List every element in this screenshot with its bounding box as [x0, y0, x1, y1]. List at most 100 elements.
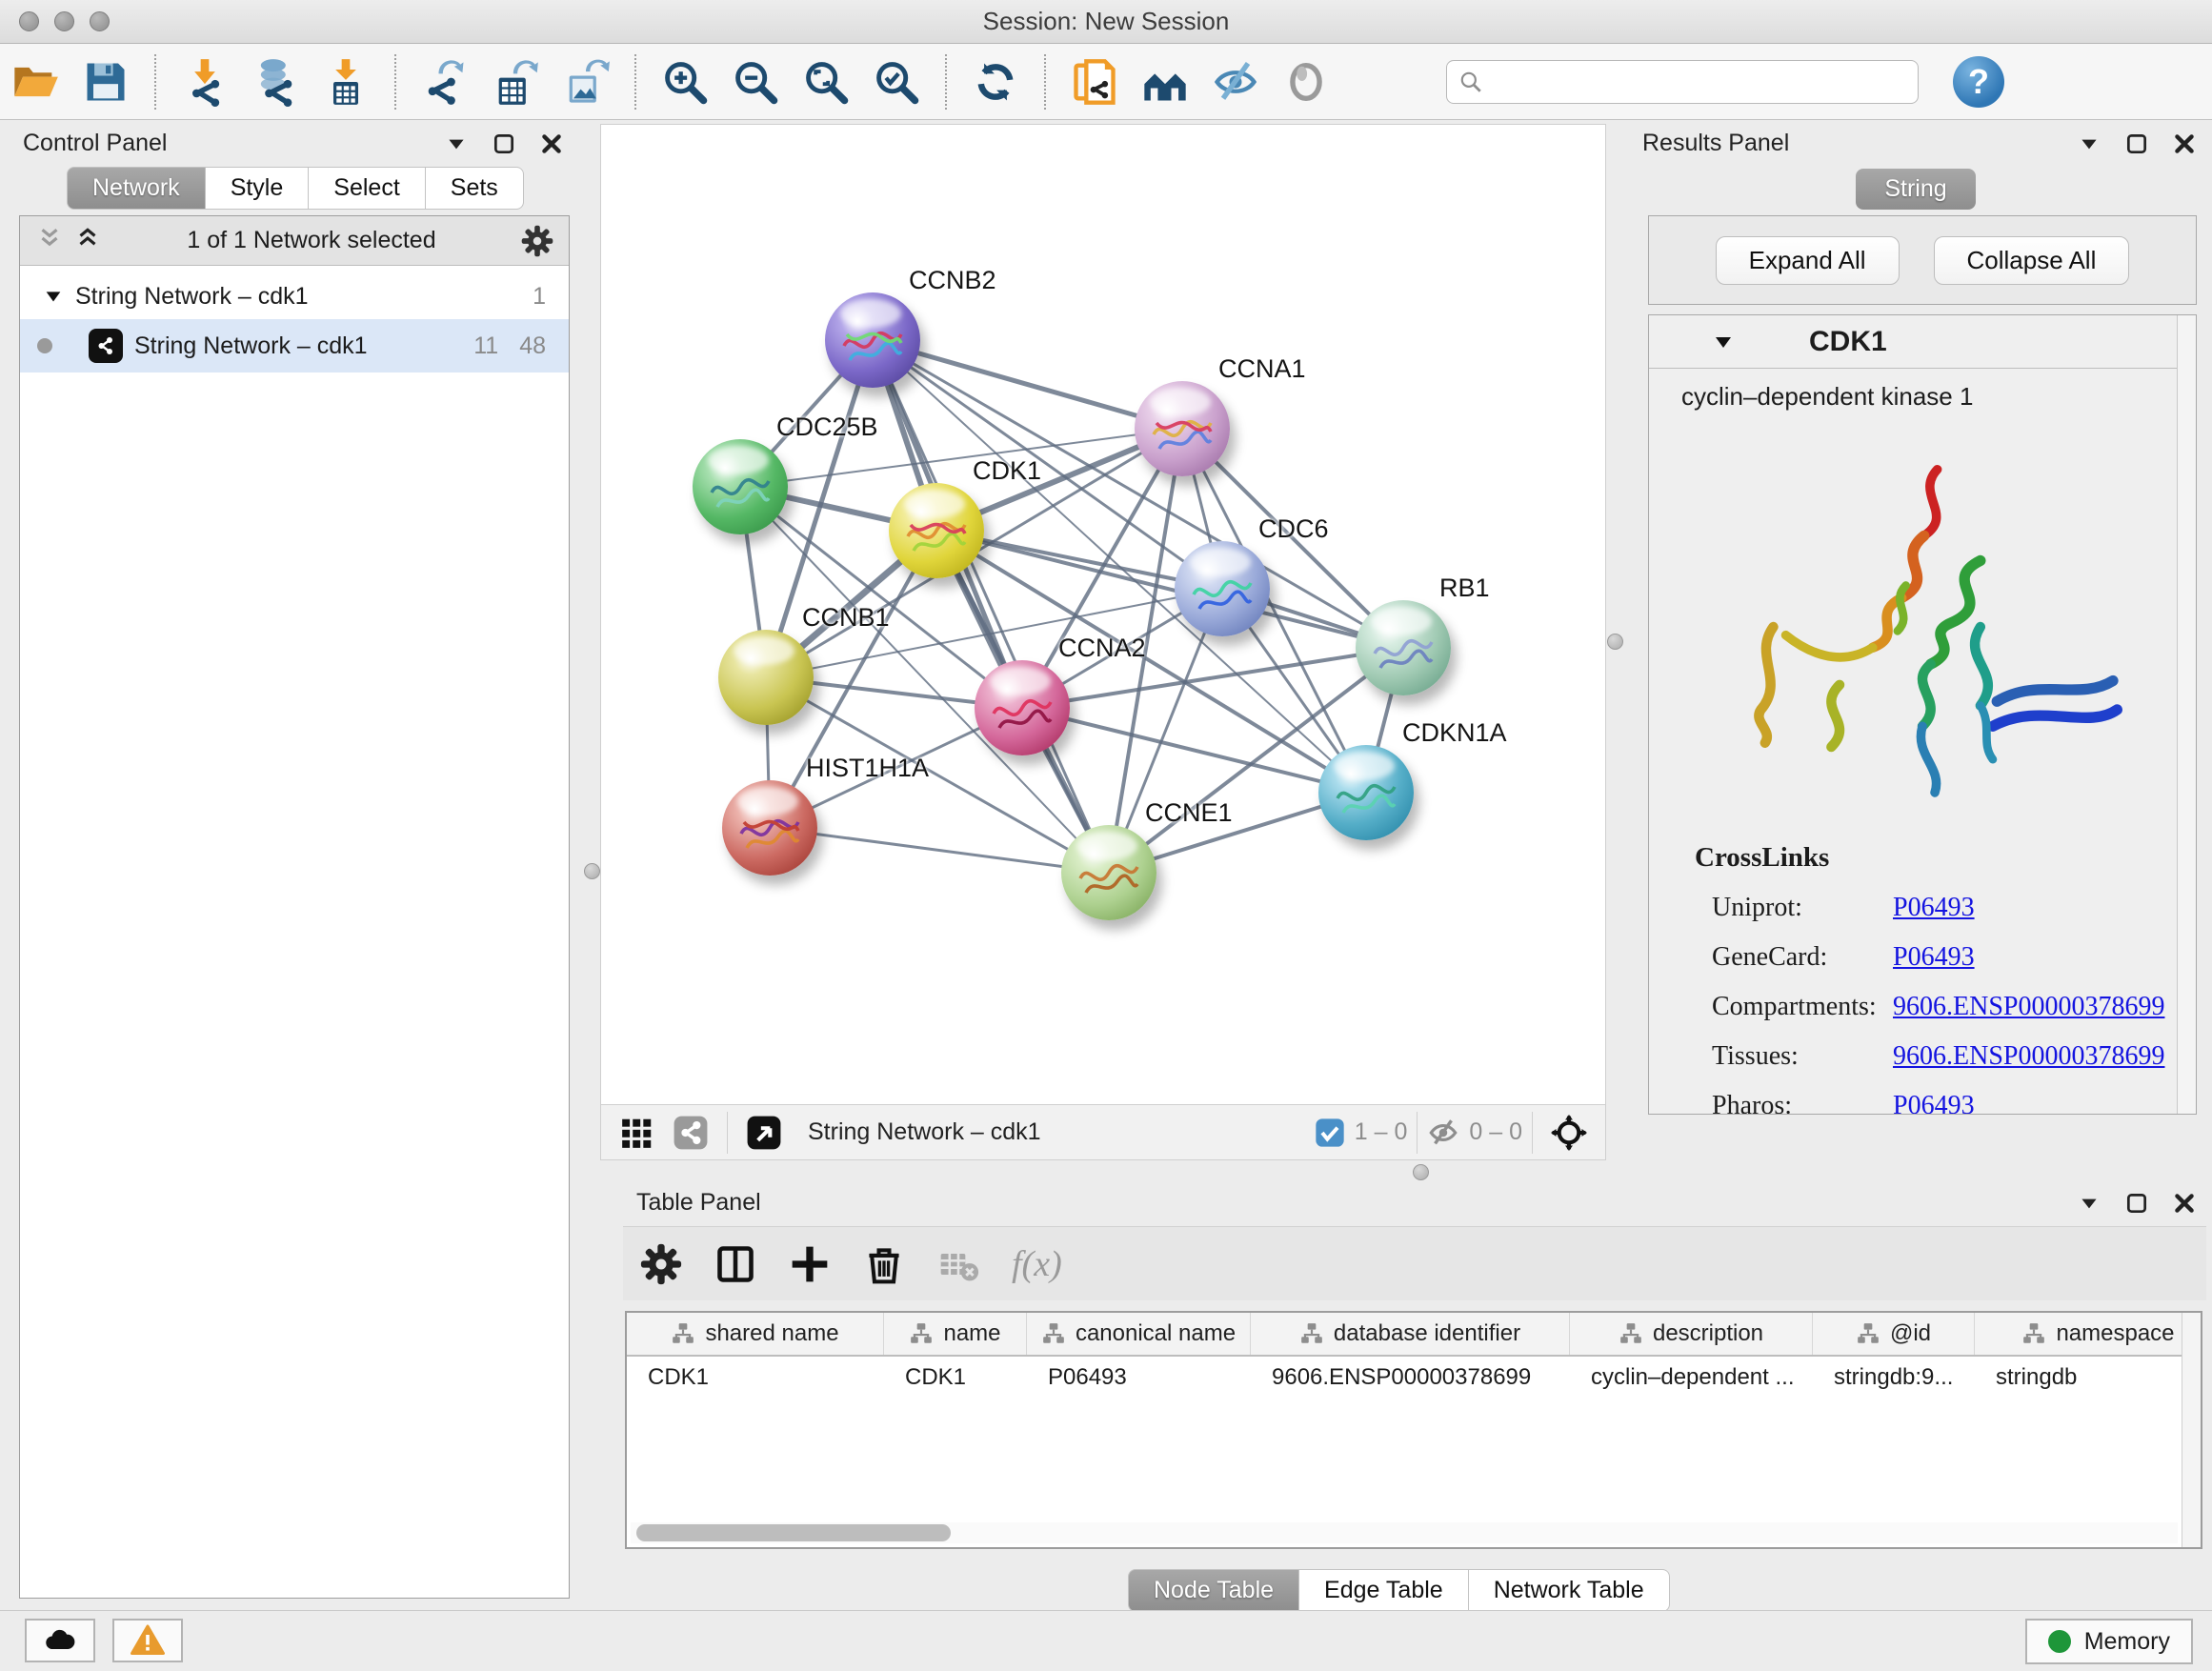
table-cell[interactable]: CDK1	[884, 1357, 1027, 1400]
help-icon[interactable]: ?	[1953, 56, 2004, 108]
first-neighbors-icon[interactable]	[1137, 54, 1193, 110]
column-header-canonical-name[interactable]: canonical name	[1027, 1313, 1251, 1355]
collapse-panel-icon[interactable]	[444, 131, 469, 156]
left-splitter-handle[interactable]	[584, 863, 600, 879]
network-options-gear-icon[interactable]	[521, 225, 553, 257]
table-cell[interactable]: CDK1	[627, 1357, 884, 1400]
network-node-CDC25B[interactable]	[693, 439, 788, 534]
expand-all-networks-icon[interactable]	[35, 224, 64, 257]
tab-node-table[interactable]: Node Table	[1128, 1569, 1299, 1612]
collapse-panel-icon[interactable]	[2077, 1191, 2101, 1216]
crosslink-link[interactable]: P06493	[1893, 1091, 1975, 1115]
warning-status-button[interactable]	[112, 1619, 183, 1662]
export-image-icon[interactable]	[558, 54, 613, 110]
window-controls[interactable]	[19, 11, 110, 31]
cloud-status-button[interactable]	[25, 1619, 95, 1662]
network-node-RB1[interactable]	[1356, 600, 1451, 695]
open-session-icon[interactable]	[8, 54, 63, 110]
export-network-icon[interactable]	[417, 54, 473, 110]
close-panel-icon[interactable]	[539, 131, 564, 156]
hide-selected-icon[interactable]	[1208, 54, 1263, 110]
search-input[interactable]	[1483, 69, 1906, 95]
column-header-shared-name[interactable]: shared name	[627, 1313, 884, 1355]
create-column-icon[interactable]	[789, 1243, 831, 1285]
tab-edge-table[interactable]: Edge Table	[1299, 1569, 1469, 1612]
column-header-description[interactable]: description	[1570, 1313, 1813, 1355]
collapse-panel-icon[interactable]	[2077, 131, 2101, 156]
table-cell[interactable]: stringdb:9...	[1813, 1357, 1975, 1400]
network-node-CDC6[interactable]	[1175, 541, 1270, 636]
network-view-canvas[interactable]: CCNB2CCNA1CDC25BCDK1CDC6RB1CCNB1CCNA2CDK…	[600, 124, 1606, 1105]
table-row[interactable]: CDK1CDK1P064939606.ENSP00000378699cyclin…	[627, 1357, 2201, 1400]
table-horizontal-scrollbar[interactable]	[631, 1522, 2178, 1543]
zoom-in-icon[interactable]	[657, 54, 713, 110]
crosslink-link[interactable]: 9606.ENSP00000378699	[1893, 1041, 2164, 1072]
column-header-database-identifier[interactable]: database identifier	[1251, 1313, 1570, 1355]
zoom-fit-icon[interactable]	[798, 54, 854, 110]
export-table-icon[interactable]	[488, 54, 543, 110]
crosslink-link[interactable]: P06493	[1893, 942, 1975, 973]
network-node-CDKN1A[interactable]	[1318, 745, 1414, 840]
toolbar-search[interactable]	[1446, 60, 1919, 104]
horizontal-splitter-handle[interactable]	[1413, 1164, 1429, 1180]
open-in-window-icon[interactable]	[743, 1112, 785, 1154]
tab-network-table[interactable]: Network Table	[1469, 1569, 1670, 1612]
network-node-CCNE1[interactable]	[1061, 825, 1156, 920]
collapse-all-networks-icon[interactable]	[73, 224, 102, 257]
tab-sets[interactable]: Sets	[426, 167, 524, 210]
float-panel-icon[interactable]	[492, 131, 516, 156]
crosslink-link[interactable]: 9606.ENSP00000378699	[1893, 992, 2164, 1022]
results-scrollbar[interactable]	[2177, 315, 2196, 1114]
table-vertical-scrollbar[interactable]	[2182, 1313, 2201, 1547]
table-cell[interactable]: P06493	[1027, 1357, 1251, 1400]
network-node-CCNB1[interactable]	[718, 630, 814, 725]
network-node-HIST1H1A[interactable]	[722, 780, 817, 876]
float-panel-icon[interactable]	[2124, 1191, 2149, 1216]
column-header-name[interactable]: name	[884, 1313, 1027, 1355]
collapse-all-button[interactable]: Collapse All	[1934, 236, 2130, 285]
save-session-icon[interactable]	[78, 54, 133, 110]
minimize-window-button[interactable]	[54, 11, 74, 31]
memory-button[interactable]: Memory	[2025, 1619, 2193, 1664]
network-node-CCNA2[interactable]	[975, 660, 1070, 755]
tree-expander-icon[interactable]	[43, 286, 64, 307]
selected-nodes-checkbox-icon[interactable]	[1315, 1117, 1345, 1148]
fit-selected-target-icon[interactable]	[1548, 1112, 1590, 1154]
close-window-button[interactable]	[19, 11, 39, 31]
float-panel-icon[interactable]	[2124, 131, 2149, 156]
tab-style[interactable]: Style	[206, 167, 310, 210]
column-header-namespace[interactable]: namespace	[1975, 1313, 2202, 1355]
import-table-icon[interactable]	[318, 54, 373, 110]
network-node-CCNA1[interactable]	[1135, 381, 1230, 476]
refresh-icon[interactable]	[968, 54, 1023, 110]
expand-all-button[interactable]: Expand All	[1716, 236, 1900, 285]
birds-eye-grid-icon[interactable]	[616, 1112, 658, 1154]
crosslink-link[interactable]: P06493	[1893, 893, 1975, 923]
table-cell[interactable]: cyclin–dependent ...	[1570, 1357, 1813, 1400]
column-header-@id[interactable]: @id	[1813, 1313, 1975, 1355]
hidden-items-eye-icon[interactable]	[1427, 1117, 1459, 1149]
close-panel-icon[interactable]	[2172, 1191, 2197, 1216]
tab-string[interactable]: String	[1856, 169, 1975, 210]
import-network-file-icon[interactable]	[177, 54, 232, 110]
delete-column-icon[interactable]	[863, 1243, 905, 1285]
table-options-gear-icon[interactable]	[640, 1243, 682, 1285]
tab-network[interactable]: Network	[67, 167, 206, 210]
import-network-database-icon[interactable]	[248, 54, 303, 110]
network-node-CDK1[interactable]	[889, 483, 984, 578]
clone-network-icon[interactable]	[1067, 54, 1122, 110]
network-collection-row[interactable]: String Network – cdk1 1	[20, 273, 569, 319]
gene-header-row[interactable]: CDK1	[1649, 315, 2196, 369]
network-node-CCNB2[interactable]	[825, 292, 920, 388]
network-row[interactable]: String Network – cdk1 11 48	[20, 319, 569, 372]
close-panel-icon[interactable]	[2172, 131, 2197, 156]
right-splitter-handle[interactable]	[1607, 634, 1623, 650]
table-cell[interactable]: stringdb	[1975, 1357, 2202, 1400]
table-cell[interactable]: 9606.ENSP00000378699	[1251, 1357, 1570, 1400]
gene-expander-icon[interactable]	[1712, 331, 1735, 353]
network-overview-icon[interactable]	[670, 1112, 712, 1154]
tab-select[interactable]: Select	[309, 167, 425, 210]
show-all-icon[interactable]	[1278, 54, 1334, 110]
zoom-selected-icon[interactable]	[869, 54, 924, 110]
zoom-out-icon[interactable]	[728, 54, 783, 110]
